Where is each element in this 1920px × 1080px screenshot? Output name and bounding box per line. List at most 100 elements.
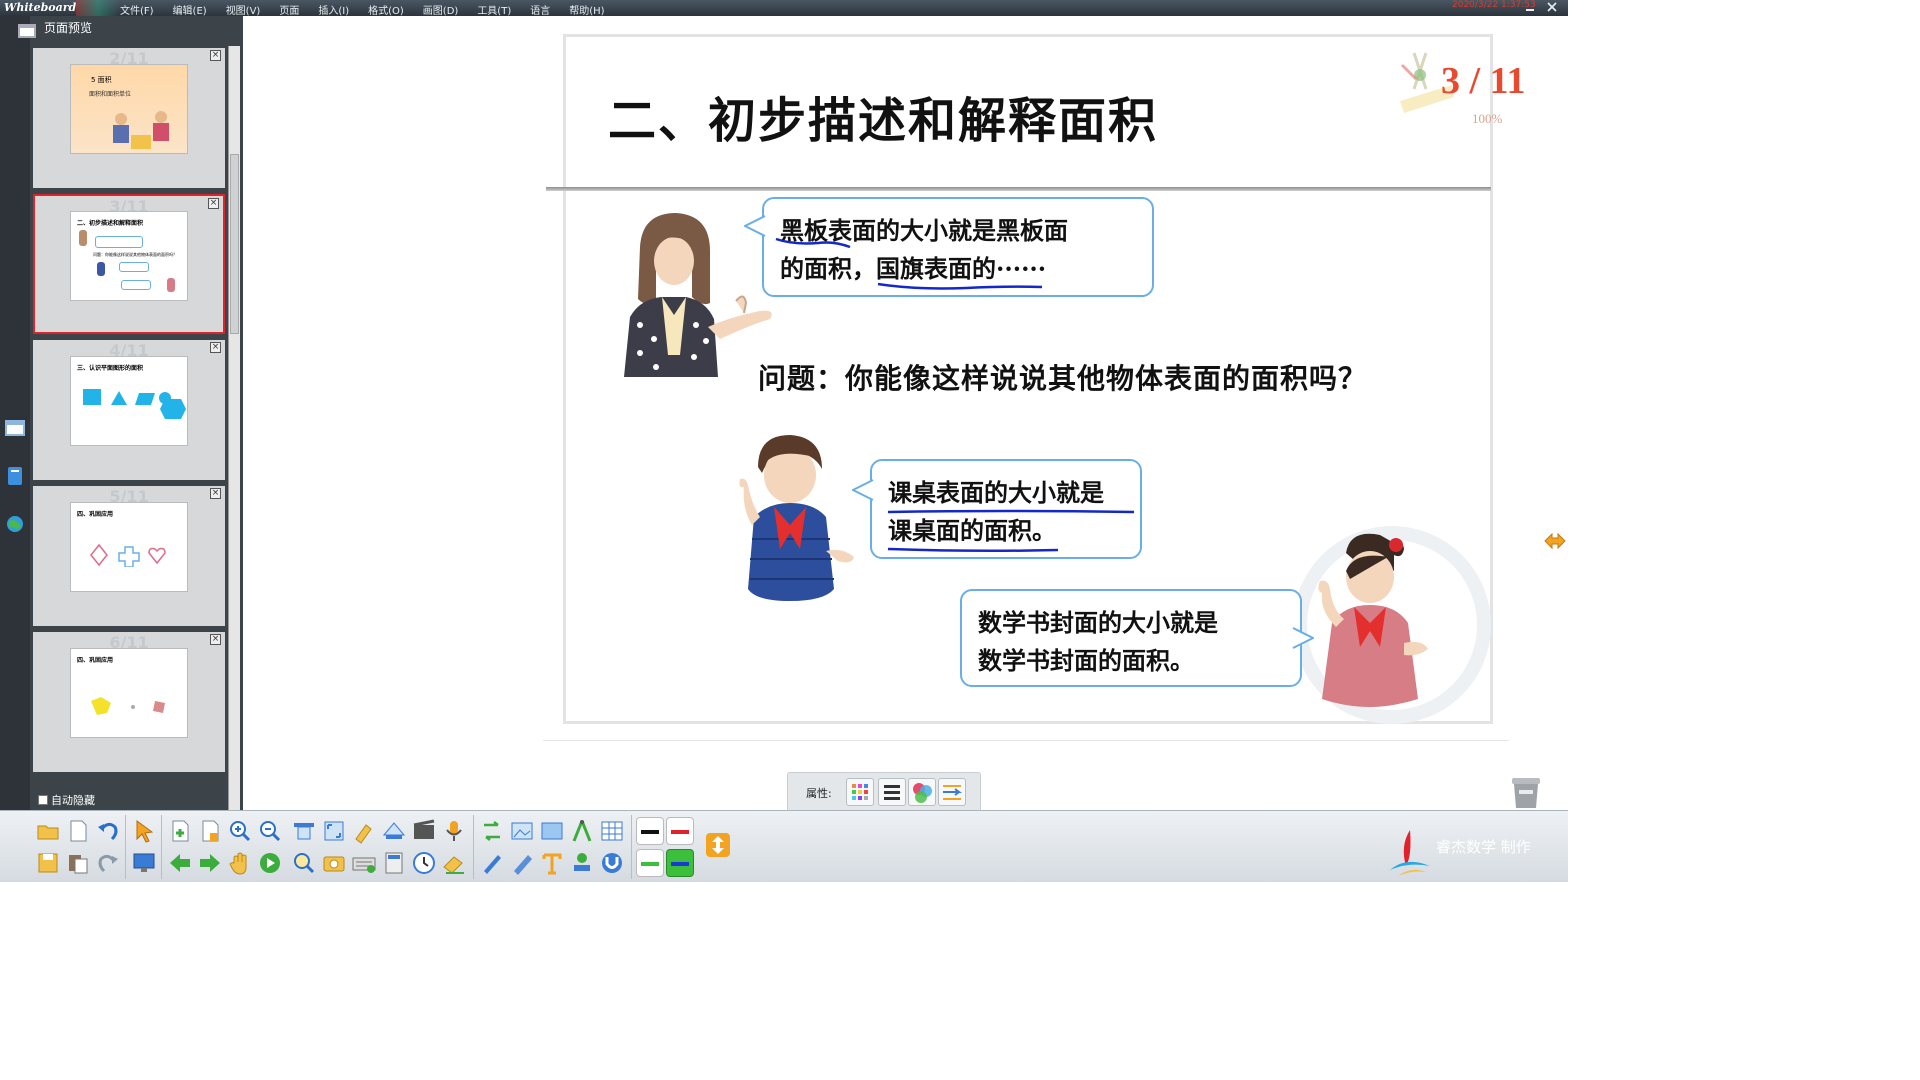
boy-figure — [739, 435, 854, 601]
mic-button[interactable] — [440, 817, 468, 845]
magnet-icon — [602, 853, 622, 873]
zoom-in-button[interactable] — [226, 817, 254, 845]
video-button[interactable] — [410, 817, 438, 845]
property-arrow-style-button[interactable] — [938, 778, 966, 806]
property-color-grid-button[interactable] — [846, 778, 874, 806]
menu-language[interactable]: 语言 — [530, 2, 550, 17]
prev-page-button[interactable] — [166, 849, 194, 877]
thumb-slide: 四、巩固应用 — [70, 502, 188, 592]
save-button[interactable] — [34, 849, 62, 877]
hand-button[interactable] — [226, 849, 254, 877]
camera-button[interactable] — [320, 849, 348, 877]
trash-bin-icon[interactable] — [1510, 774, 1542, 810]
compass-button[interactable] — [568, 817, 596, 845]
whiteboard-canvas[interactable]: 3 / 11 100% 二、初步描述和解释面积 黑板表面的大小就是黑板面 的面积… — [243, 16, 1568, 810]
menu-help[interactable]: 帮助(H) — [569, 2, 604, 17]
eraser-button[interactable] — [440, 849, 468, 877]
magnet-button[interactable] — [598, 849, 626, 877]
undo-button[interactable] — [94, 817, 122, 845]
swap-button[interactable] — [478, 817, 506, 845]
auto-hide-toggle[interactable]: 自动隐藏 — [38, 792, 95, 808]
clock-button[interactable] — [410, 849, 438, 877]
menu-view[interactable]: 视图(V) — [226, 2, 261, 17]
paste-button[interactable] — [64, 849, 92, 877]
next-page-button[interactable] — [196, 849, 224, 877]
screen-shade-button[interactable] — [290, 817, 318, 845]
fullscreen-button[interactable] — [320, 817, 348, 845]
blank-page-button[interactable] — [196, 817, 224, 845]
page-thumbnail[interactable]: 2/11 × 5 面积 面积和面积单位 — [33, 48, 225, 188]
green-line-button[interactable] — [636, 849, 664, 877]
thumb-line2: 面积和面积单位 — [89, 91, 132, 98]
new-page-button[interactable] — [64, 817, 92, 845]
resize-toolbar-button[interactable] — [704, 831, 732, 859]
magnifier-button[interactable] — [290, 849, 318, 877]
calculator-icon — [385, 852, 403, 874]
page-thumbnail[interactable]: 4/11 × 三、认识平面图形的面积 — [33, 340, 225, 480]
compass-icon — [572, 820, 592, 842]
close-button[interactable] — [1544, 1, 1560, 14]
select-arrow-button[interactable] — [130, 817, 158, 845]
red-line-button[interactable] — [666, 817, 694, 845]
open-button[interactable] — [34, 817, 62, 845]
thumb-close-icon[interactable]: × — [208, 198, 219, 209]
pen-button[interactable] — [478, 849, 506, 877]
zoom-out-button[interactable] — [256, 817, 284, 845]
black-line-button[interactable] — [636, 817, 664, 845]
open-icon — [37, 825, 59, 840]
page-preview-tab[interactable] — [5, 418, 25, 438]
green-line-icon — [641, 862, 659, 866]
menu-page[interactable]: 页面 — [279, 2, 299, 17]
thumb-close-icon[interactable]: × — [210, 342, 221, 353]
menu-insert[interactable]: 插入(I) — [318, 2, 349, 17]
text-button[interactable] — [538, 849, 566, 877]
image-button[interactable] — [508, 817, 536, 845]
page-thumbnail[interactable]: 5/11 × 四、巩固应用 — [33, 486, 225, 626]
menu-format[interactable]: 格式(O) — [368, 2, 404, 17]
menu-draw[interactable]: 画图(D) — [423, 2, 459, 17]
play-button[interactable] — [256, 849, 284, 877]
bubble-tail — [852, 479, 874, 501]
property-line-style-button[interactable] — [878, 778, 906, 806]
bubble-text-line2: 数学书封面的面积。 — [978, 646, 1194, 675]
zoom-out-icon — [260, 821, 281, 842]
question-text: 问题：你能像这样说说其他物体表面的面积吗？ — [758, 362, 1368, 395]
property-panel: 属性: — [787, 772, 981, 812]
resource-tab[interactable] — [5, 466, 25, 486]
property-fill-color-button[interactable] — [908, 778, 936, 806]
toolbar-group-file — [30, 815, 126, 879]
auto-hide-checkbox[interactable] — [38, 795, 48, 805]
redo-button[interactable] — [94, 849, 122, 877]
ruler-button[interactable] — [508, 849, 536, 877]
page-thumbnail-active[interactable]: 3/11 × 二、初步描述和解释面积 问题：你能像这样说说其他物体表面的面积吗？ — [33, 194, 225, 334]
thumb-close-icon[interactable]: × — [210, 50, 221, 61]
line-style-icon — [884, 785, 900, 800]
thumb-close-icon[interactable]: × — [210, 634, 221, 645]
blue-line-button[interactable] — [666, 849, 694, 877]
highlighter-button[interactable] — [350, 817, 378, 845]
auto-hide-label: 自动隐藏 — [51, 794, 95, 807]
thumb-close-icon[interactable]: × — [210, 488, 221, 499]
expand-arrow-icon[interactable] — [1544, 530, 1566, 552]
title-divider — [546, 187, 1491, 191]
scrollbar-thumb[interactable] — [230, 154, 239, 334]
menu-file[interactable]: 文件(F) — [120, 2, 154, 17]
brand-logo-icon — [1390, 830, 1430, 876]
menu-tools[interactable]: 工具(T) — [477, 2, 511, 17]
menu-edit[interactable]: 编辑(E) — [173, 2, 207, 17]
minimize-button[interactable] — [1522, 1, 1538, 14]
resize-toolbar-icon — [706, 833, 730, 857]
monitor-button[interactable] — [130, 849, 158, 877]
add-page-button[interactable] — [166, 817, 194, 845]
page-thumbnail[interactable]: 6/11 × 四、巩固应用 — [33, 632, 225, 772]
scanner-button[interactable] — [380, 817, 408, 845]
app-title: Whiteboard — [4, 1, 77, 14]
table-button[interactable] — [598, 817, 626, 845]
thumb-line2: 问题：你能像这样说说其他物体表面的面积吗？ — [93, 252, 177, 257]
keyboard-button[interactable] — [350, 849, 378, 877]
preview-scrollbar[interactable] — [228, 46, 240, 810]
stamp-button[interactable] — [568, 849, 596, 877]
web-tab[interactable] — [5, 514, 25, 534]
calculator-button[interactable] — [380, 849, 408, 877]
picture-button[interactable] — [538, 817, 566, 845]
